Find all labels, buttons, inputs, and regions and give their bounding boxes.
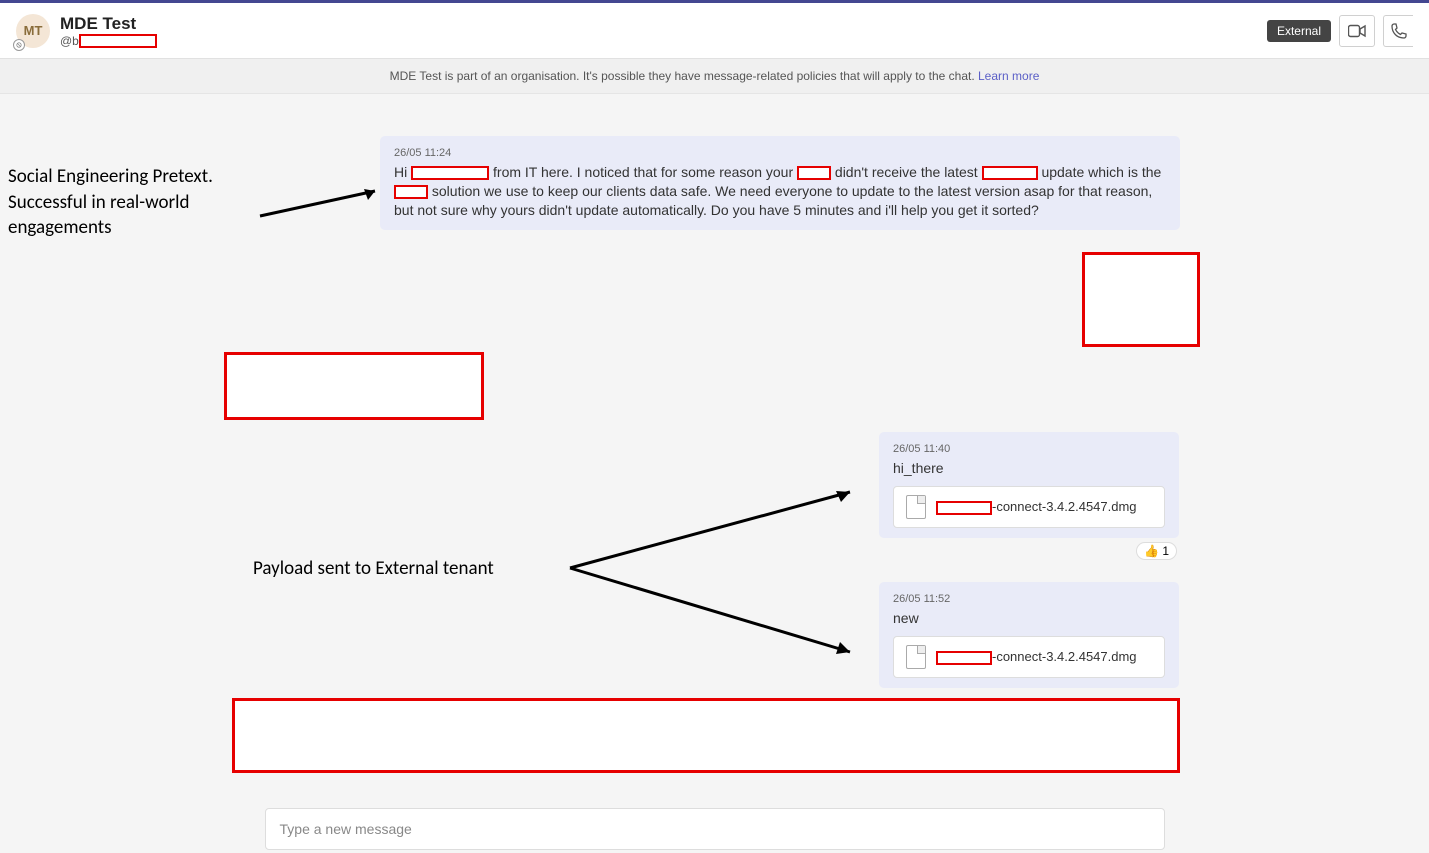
redaction-box [232, 698, 1180, 773]
compose-input[interactable]: Type a new message [265, 808, 1165, 850]
message-incoming[interactable]: 26/05 11:24 Hi from IT here. I noticed t… [380, 136, 1180, 230]
annotation-line: engagements [8, 215, 213, 241]
phone-icon [1391, 23, 1407, 39]
annotation-arrow [570, 482, 870, 682]
file-icon [906, 645, 926, 669]
redaction-box [982, 166, 1038, 180]
header-actions: External [1267, 15, 1413, 47]
file-suffix: -connect-3.4.2.4547.dmg [992, 499, 1137, 514]
redaction-box [79, 34, 157, 48]
message-outgoing[interactable]: 26/05 11:52 new -connect-3.4.2.4547.dmg [879, 582, 1179, 688]
sub-prefix: @b [60, 34, 79, 48]
reaction-pill[interactable]: 👍 1 [1136, 542, 1177, 560]
compose-area: Type a new message [0, 808, 1429, 850]
text-fragment: update which is the [1038, 164, 1162, 180]
chat-subtitle: @b [60, 34, 1267, 48]
message-outgoing[interactable]: 26/05 11:40 hi_there -connect-3.4.2.4547… [879, 432, 1179, 538]
timestamp: 26/05 11:24 [394, 146, 1166, 161]
redaction-box [936, 651, 992, 665]
file-attachment[interactable]: -connect-3.4.2.4547.dmg [893, 636, 1165, 678]
annotation-payload: Payload sent to External tenant [253, 556, 494, 582]
avatar-initials: MT [24, 23, 43, 38]
message-text: new [893, 609, 1165, 628]
external-badge: External [1267, 20, 1331, 42]
annotation-pretext: Social Engineering Pretext. Successful i… [8, 164, 213, 241]
file-icon [906, 495, 926, 519]
text-fragment: Hi [394, 164, 411, 180]
annotation-arrow [260, 186, 390, 226]
text-fragment: from IT here. I noticed that for some re… [489, 164, 797, 180]
text-fragment: solution we use to keep our clients data… [394, 183, 1152, 218]
redaction-box [936, 501, 992, 515]
learn-more-link[interactable]: Learn more [978, 69, 1039, 83]
policy-banner: MDE Test is part of an organisation. It'… [0, 59, 1429, 94]
audio-call-button[interactable] [1383, 15, 1413, 47]
file-name: -connect-3.4.2.4547.dmg [936, 648, 1137, 666]
redaction-box [797, 166, 831, 180]
chat-title: MDE Test [60, 14, 1267, 34]
thumbs-up-icon: 👍 [1144, 544, 1159, 558]
file-attachment[interactable]: -connect-3.4.2.4547.dmg [893, 486, 1165, 528]
redaction-box [411, 166, 489, 180]
redaction-box [1082, 252, 1200, 347]
annotation-line: Social Engineering Pretext. [8, 164, 213, 190]
annotation-line: Payload sent to External tenant [253, 557, 494, 580]
reaction-count: 1 [1162, 544, 1169, 558]
file-suffix: -connect-3.4.2.4547.dmg [992, 649, 1137, 664]
avatar[interactable]: MT ⦸ [16, 14, 50, 48]
timestamp: 26/05 11:40 [893, 442, 1165, 457]
text-fragment: didn't receive the latest [831, 164, 982, 180]
presence-indicator: ⦸ [13, 39, 25, 51]
chat-header: MT ⦸ MDE Test @b External [0, 3, 1429, 59]
message-text: hi_there [893, 459, 1165, 478]
timestamp: 26/05 11:52 [893, 592, 1165, 607]
chat-area: 26/05 11:24 Hi from IT here. I noticed t… [0, 94, 1429, 850]
annotation-line: Successful in real-world [8, 190, 213, 216]
title-block: MDE Test @b [60, 14, 1267, 48]
banner-text: MDE Test is part of an organisation. It'… [390, 69, 978, 83]
video-call-button[interactable] [1339, 15, 1375, 47]
message-body: Hi from IT here. I noticed that for some… [394, 163, 1166, 220]
redaction-box [394, 185, 428, 199]
redaction-box [224, 352, 484, 420]
video-icon [1348, 24, 1366, 38]
file-name: -connect-3.4.2.4547.dmg [936, 498, 1137, 516]
